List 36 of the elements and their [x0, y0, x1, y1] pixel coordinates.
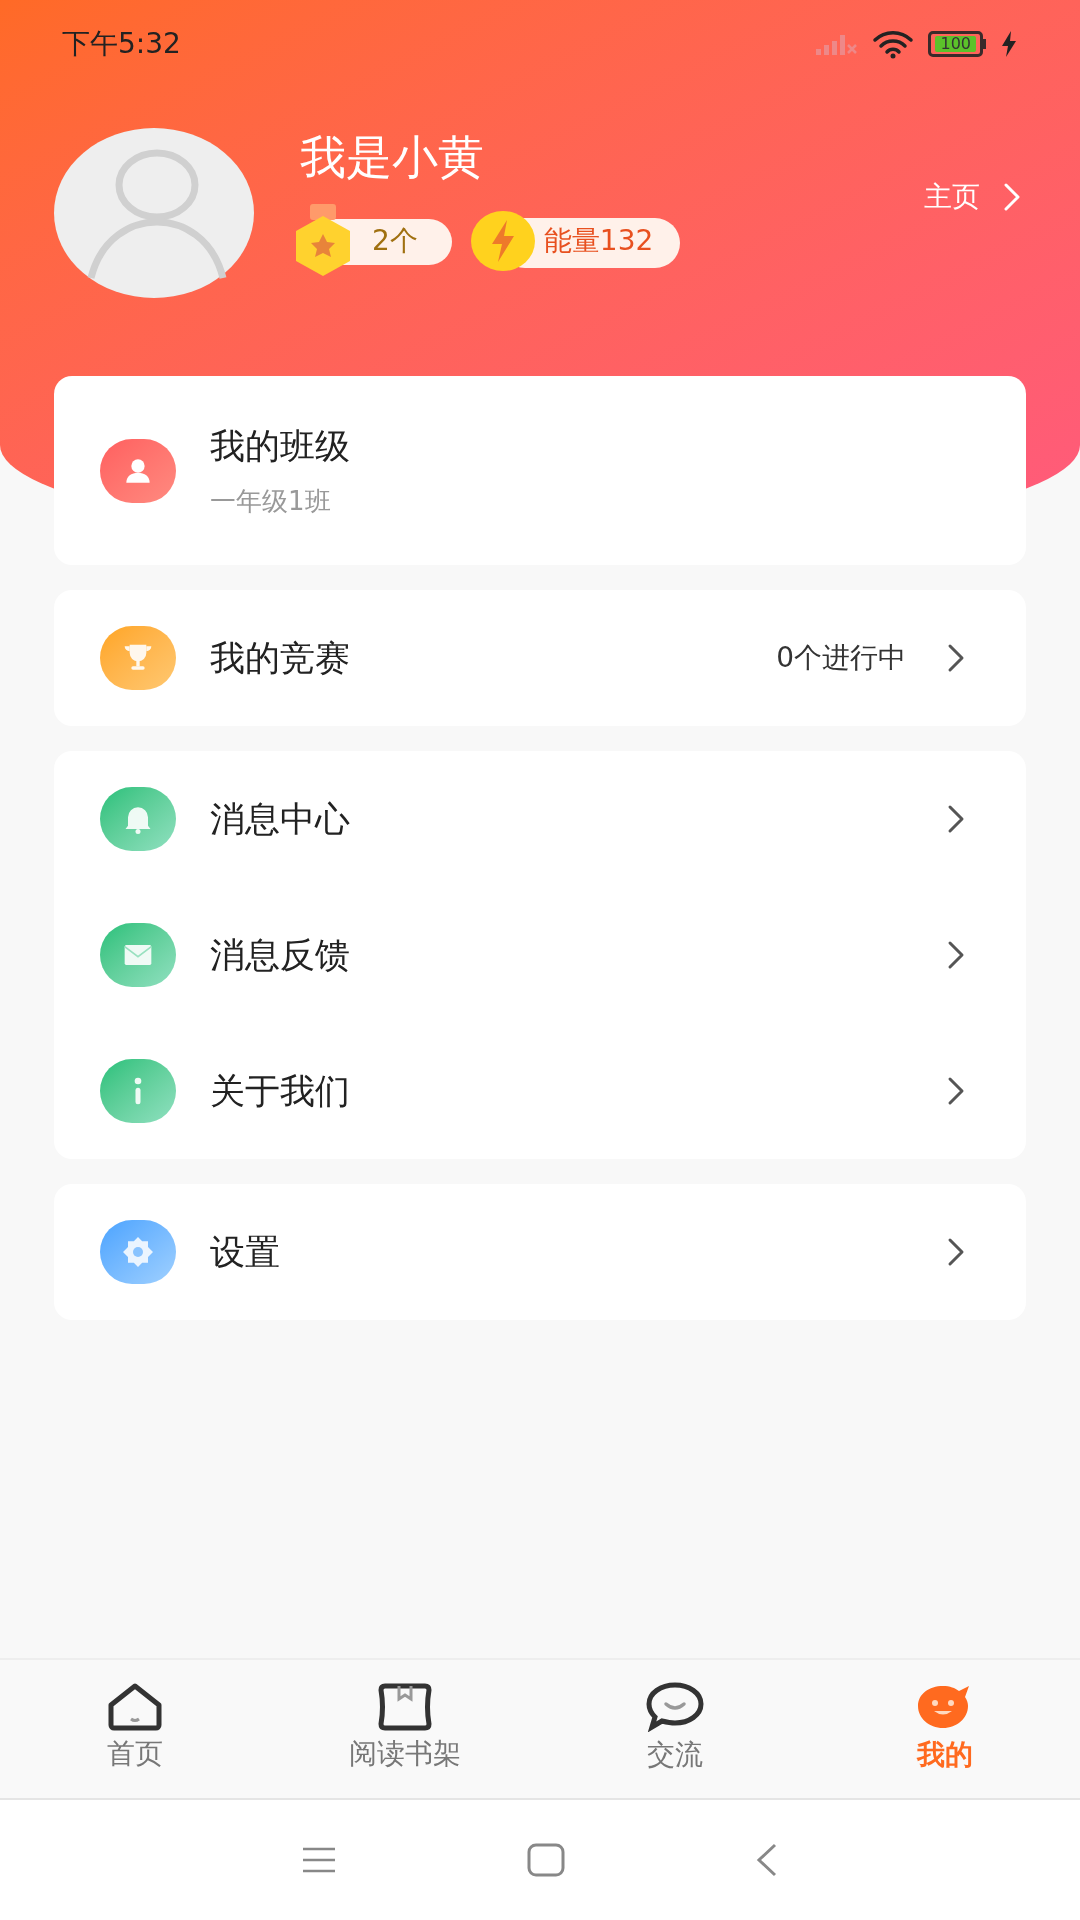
menu-label: 我的竞赛 — [210, 636, 350, 680]
energy-amount: 能量132 — [543, 223, 654, 259]
charging-icon — [1000, 30, 1018, 58]
menu-item[interactable]: 我的竞赛 0个进行中 — [54, 590, 1026, 726]
menu-item[interactable]: 设置 — [54, 1184, 1026, 1320]
tab-item[interactable]: 首页 — [0, 1660, 270, 1798]
back-icon[interactable] — [755, 1842, 779, 1878]
chevron-right-icon — [946, 1075, 966, 1107]
menu-item[interactable]: 消息反馈 — [54, 887, 1026, 1023]
menu-item[interactable]: 关于我们 — [54, 1023, 1026, 1159]
chevron-right-icon — [946, 642, 966, 674]
lightning-icon — [469, 210, 536, 272]
battery-level: 100 — [935, 36, 976, 52]
speech-bubble-icon — [646, 1682, 704, 1732]
menu-label: 消息反馈 — [210, 933, 350, 977]
medal-count: 2个 — [372, 223, 418, 259]
user-name: 我是小黄 — [300, 129, 485, 186]
menu-icon[interactable] — [301, 1846, 337, 1874]
menu-subtitle: 一年级1班 — [210, 485, 332, 519]
chevron-right-icon — [1002, 181, 1022, 213]
menu-label: 消息中心 — [210, 797, 350, 841]
menu-label: 设置 — [210, 1230, 280, 1274]
menu-item[interactable]: 消息中心 — [54, 751, 1026, 887]
tab-item[interactable]: 阅读书架 — [270, 1660, 540, 1798]
tab-item[interactable]: 交流 — [540, 1660, 810, 1798]
menu-label: 我的班级 — [210, 424, 350, 468]
chevron-right-icon — [946, 1236, 966, 1268]
wifi-icon — [872, 29, 915, 59]
chevron-right-icon — [946, 939, 966, 971]
book-icon — [377, 1683, 433, 1731]
chevron-right-icon — [946, 803, 966, 835]
status-time: 下午5:32 — [62, 26, 181, 62]
menu-value: 0个进行中 — [776, 640, 906, 676]
menu-item[interactable]: 我的班级 一年级1班 — [54, 376, 1026, 565]
home-square-icon[interactable] — [527, 1843, 565, 1877]
menu-label: 关于我们 — [210, 1069, 350, 1113]
